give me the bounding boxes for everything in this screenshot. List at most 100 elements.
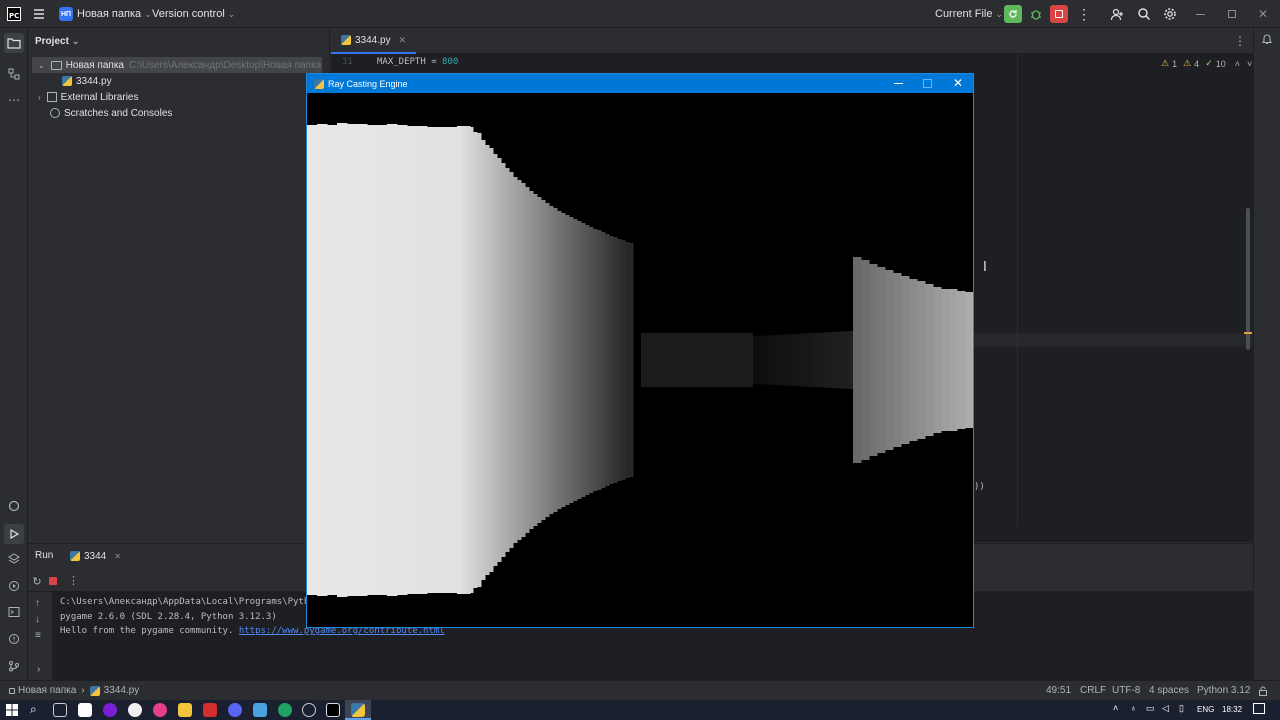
project-switcher[interactable]: НП Новая папка ⌄ <box>59 0 152 28</box>
tree-scratches[interactable]: Scratches and Consoles <box>50 105 172 121</box>
search-icon[interactable]: ⌕ <box>30 702 37 717</box>
clock[interactable]: 18:32 <box>1222 705 1242 714</box>
indent-setting[interactable]: 4 spaces <box>1149 681 1189 700</box>
run-tool-icon[interactable] <box>4 524 24 544</box>
terminal-icon[interactable] <box>6 604 22 620</box>
services-icon[interactable] <box>6 578 22 594</box>
volume-icon[interactable]: ◁ <box>1162 703 1169 714</box>
editor-tab[interactable]: 3344.py ✕ <box>331 28 417 54</box>
language-indicator[interactable]: ENG <box>1197 705 1214 714</box>
windows-start-icon[interactable] <box>6 704 18 716</box>
task-view-icon[interactable] <box>53 703 67 717</box>
pycharm-taskbar-icon[interactable] <box>326 703 340 717</box>
arrow-up-icon[interactable]: ↑ <box>35 598 40 609</box>
chevron-right-icon[interactable]: › <box>37 664 40 675</box>
tree-root[interactable]: ⌄ Новая папка C:\Users\Александр\Desktop… <box>32 57 322 73</box>
more-tools-icon[interactable]: ⋯ <box>6 92 22 108</box>
wall-slice <box>965 292 973 428</box>
raycast-viewport[interactable] <box>307 93 973 627</box>
soft-wrap-icon[interactable]: ≡ <box>35 630 41 641</box>
stop-button[interactable] <box>1050 0 1068 28</box>
caret-position[interactable]: 49:51 <box>1046 681 1071 700</box>
vcs-menu[interactable]: Version control ⌄ <box>152 0 235 28</box>
debug-button[interactable] <box>1029 0 1043 28</box>
run-config-selector[interactable]: Current File ⌄ <box>935 0 1003 28</box>
close-tab-icon[interactable]: ✕ <box>399 35 407 46</box>
rerun-button[interactable] <box>1004 0 1022 28</box>
close-window-icon[interactable]: ✕ <box>1258 0 1268 28</box>
pygame-window-titlebar[interactable]: Ray Casting Engine ✕ <box>307 74 973 93</box>
close-tab-icon[interactable]: ✕ <box>114 552 121 561</box>
project-tool-icon[interactable] <box>4 33 24 53</box>
search-icon[interactable] <box>1137 0 1151 28</box>
file-explorer-icon[interactable] <box>178 703 192 717</box>
notification-center-icon[interactable] <box>1253 703 1265 714</box>
wall-slice <box>470 127 474 593</box>
tree-file-item[interactable]: 3344.py <box>62 73 112 89</box>
git-icon[interactable] <box>6 658 22 674</box>
editor-scrollbar[interactable] <box>1246 208 1250 350</box>
layers-icon[interactable] <box>6 551 22 567</box>
chevron-right-icon[interactable]: › <box>38 93 41 102</box>
python-packages-icon[interactable] <box>6 498 22 514</box>
file-encoding[interactable]: UTF-8 <box>1112 681 1140 700</box>
line-separator[interactable]: CRLF <box>1080 681 1106 700</box>
minimize-window-icon[interactable] <box>1196 0 1205 28</box>
code-with-me-icon[interactable] <box>1110 0 1124 28</box>
microphone-icon[interactable]: ♁ <box>1130 703 1137 713</box>
breadcrumb-project[interactable]: Новая папка <box>18 685 76 696</box>
arrow-down-icon[interactable]: ↓ <box>35 614 40 625</box>
gear-icon[interactable] <box>1163 0 1177 28</box>
chevron-up-icon[interactable]: ˄ <box>1235 59 1240 69</box>
status-bar: Новая папка › 3344.py 49:51 CRLF UTF-8 4… <box>0 680 1280 700</box>
battery-icon[interactable]: ▯ <box>1179 703 1184 714</box>
stop-icon[interactable] <box>49 577 57 585</box>
discord-icon[interactable] <box>228 703 242 717</box>
python-interpreter[interactable]: Python 3.12 <box>1197 681 1250 700</box>
tree-external-libraries[interactable]: › External Libraries <box>38 89 138 105</box>
code-line[interactable]: MAX_DEPTH = 800 <box>377 57 458 67</box>
chevron-down-icon[interactable]: ˅ <box>1247 59 1252 69</box>
minimize-window-icon[interactable] <box>894 83 903 84</box>
inspection-widget[interactable]: ⚠ 1 ⚠ 4 ✓ 10 ˄ ˅ <box>1161 58 1252 69</box>
edge-icon[interactable] <box>278 703 292 717</box>
pygame-window[interactable]: Ray Casting Engine ✕ <box>306 73 974 628</box>
tray-chevron-icon[interactable]: ˄ <box>1113 703 1118 713</box>
line-number: 31 <box>342 57 353 67</box>
console-side-toolbar: ↑ ↓ ≡ › <box>28 592 52 681</box>
maximize-window-icon[interactable] <box>923 79 932 88</box>
windows-taskbar: ⌕ ˄ ♁ ▭ ◁ ▯ ENG 18:32 <box>0 700 1280 720</box>
chevron-down-icon[interactable]: ⌄ <box>38 61 45 70</box>
notifications-icon[interactable] <box>1260 32 1274 46</box>
scroll-marker <box>1244 332 1252 334</box>
acrobat-icon[interactable] <box>203 703 217 717</box>
wall-slice <box>807 333 814 387</box>
settings-icon[interactable] <box>302 703 316 717</box>
right-tool-strip <box>1253 28 1280 680</box>
more-options-icon[interactable]: ⋮ <box>68 574 79 587</box>
network-icon[interactable]: ▭ <box>1146 703 1155 714</box>
wall-slice <box>493 154 498 566</box>
weak-count: 10 <box>1215 58 1226 69</box>
problems-icon[interactable] <box>6 631 22 647</box>
maximize-window-icon[interactable] <box>1228 0 1236 28</box>
wall-slice <box>861 260 870 460</box>
tab-options-icon[interactable]: ⋮ <box>1234 34 1246 48</box>
wall-slice <box>525 187 530 533</box>
lock-icon[interactable] <box>1258 681 1268 700</box>
wall-slice <box>597 230 602 490</box>
close-window-icon[interactable]: ✕ <box>953 76 963 90</box>
store-icon[interactable] <box>78 703 92 717</box>
app-icon[interactable] <box>253 703 267 717</box>
app-icon[interactable] <box>153 703 167 717</box>
project-panel-header[interactable]: Project ⌄ <box>35 33 79 49</box>
structure-tool-icon[interactable] <box>6 66 22 82</box>
yandex-icon[interactable] <box>128 703 142 717</box>
opera-icon[interactable] <box>103 703 117 717</box>
rerun-icon[interactable]: ↻ <box>30 574 44 588</box>
main-menu-icon[interactable] <box>32 0 46 28</box>
wall-slice <box>377 125 388 595</box>
breadcrumb-file[interactable]: 3344.py <box>104 685 140 696</box>
run-tab[interactable]: 3344 ✕ <box>70 549 121 563</box>
more-actions-icon[interactable]: ⋮ <box>1077 0 1091 28</box>
